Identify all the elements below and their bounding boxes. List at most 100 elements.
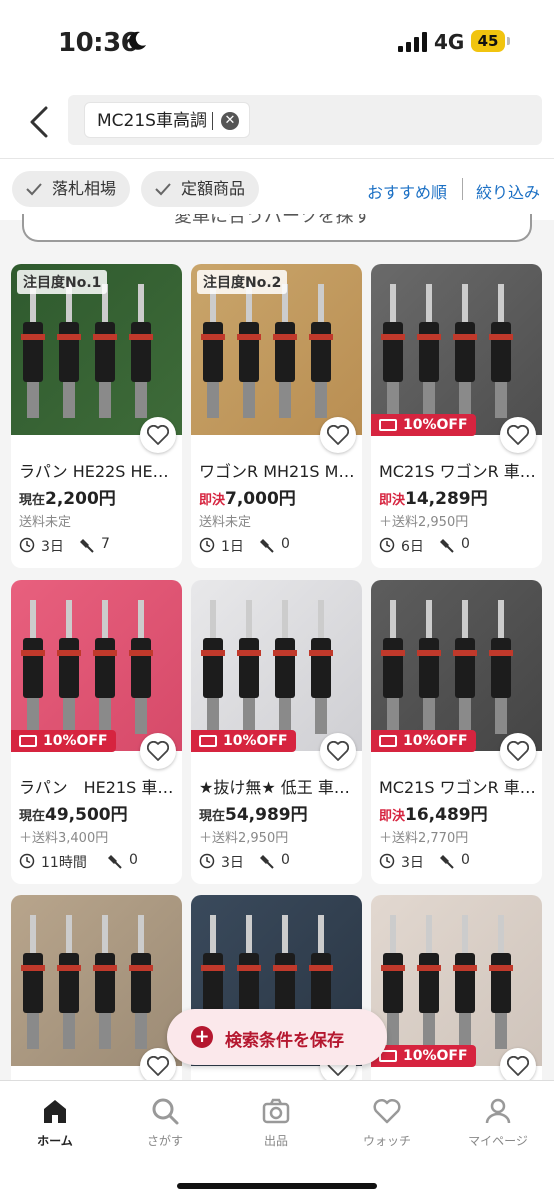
clock-icon (379, 853, 395, 869)
discount-badge: 10%OFF (11, 730, 116, 752)
filter-chip-fixed-price[interactable]: 定額商品 (141, 171, 260, 207)
shipping-text: 送料未定 (19, 515, 72, 530)
heart-icon (327, 741, 349, 761)
filter-chip-auction-price[interactable]: 落札相場 (12, 171, 131, 207)
shipping-text: ＋送料2,770円 (379, 831, 469, 846)
heart-icon (373, 1098, 401, 1124)
watch-heart-button[interactable] (140, 733, 176, 769)
time-left: 11時間 (41, 855, 87, 871)
bid-count: 0 (461, 852, 470, 868)
watch-heart-button[interactable] (320, 733, 356, 769)
heart-icon (507, 741, 529, 761)
parts-finder-banner[interactable]: 愛車に合うパーツを探す (22, 214, 532, 242)
clock-icon (199, 537, 215, 553)
product-title: ワゴンR MH21S MC21S (199, 462, 357, 481)
tab-search[interactable]: さがす (110, 1096, 220, 1149)
watch-heart-button[interactable] (500, 1048, 536, 1084)
tab-sell[interactable]: 出品 (221, 1096, 331, 1149)
divider (462, 178, 463, 200)
discount-badge: 10%OFF (371, 1045, 476, 1067)
product-card[interactable]: 10%OFF ラパン HE21S 車高調 現在49,500円 ＋送料3,400円 11時… (11, 580, 182, 884)
battery-icon: 45 (471, 30, 505, 52)
product-card[interactable]: 10%OFF MC21S ワゴンR 車高調 即決16,489円 ＋送料2,770円 3日… (371, 580, 542, 884)
watch-heart-button[interactable] (500, 733, 536, 769)
product-title: MC21S ワゴンR 車高調 (379, 462, 537, 481)
product-image[interactable] (371, 580, 542, 751)
product-image[interactable] (371, 264, 542, 435)
narrow-link[interactable]: 絞り込み (476, 179, 540, 203)
product-title: ラパン HE21S 車高調 (19, 778, 177, 797)
person-icon (485, 1098, 511, 1124)
price-value: 2,200円 (45, 489, 116, 509)
product-price: 現在54,989円 (199, 800, 308, 825)
clock-icon (379, 537, 395, 553)
price-value: 49,500円 (45, 805, 128, 825)
check-icon (26, 183, 42, 196)
tab-mypage[interactable]: マイページ (443, 1096, 553, 1149)
watch-heart-button[interactable] (320, 417, 356, 453)
time-left: 3日 (221, 855, 244, 871)
tab-home[interactable]: ホーム (0, 1096, 110, 1149)
plus-icon: + (191, 1026, 213, 1048)
heart-icon (147, 741, 169, 761)
watch-heart-button[interactable] (140, 1048, 176, 1084)
status-bar: 10:36 4G 45 (0, 0, 554, 84)
attention-badge: 注目度No.1 (17, 270, 108, 294)
watch-heart-button[interactable] (140, 417, 176, 453)
product-title: ★抜け無★ 低王 車高調 (199, 778, 357, 797)
clear-icon[interactable]: ✕ (220, 112, 239, 130)
product-image[interactable] (371, 895, 542, 1066)
product-price: 現在2,200円 (19, 484, 116, 509)
product-card[interactable]: 注目度No.2 ワゴンR MH21S MC21S 即決7,000円送料未定 1日 0 (191, 264, 362, 568)
discount-badge: 10%OFF (371, 730, 476, 752)
save-search-label: 検索条件を保存 (225, 1031, 344, 1051)
heart-icon (147, 425, 169, 445)
discount-badge: 10%OFF (371, 414, 476, 436)
product-card[interactable]: 10%OFF ★抜け無★ 低王 車高調 現在54,989円 ＋送料2,950円 3日 0 (191, 580, 362, 884)
signal-icon (398, 32, 427, 52)
price-value: 7,000円 (225, 489, 296, 509)
camera-icon (262, 1098, 290, 1124)
discount-badge: 10%OFF (191, 730, 296, 752)
product-image[interactable] (191, 580, 362, 751)
gavel-icon (80, 539, 94, 553)
time-left: 1日 (221, 539, 244, 555)
gavel-icon (260, 855, 274, 869)
battery-cap (507, 37, 510, 45)
price-value: 54,989円 (225, 805, 308, 825)
network-type: 4G (434, 30, 465, 54)
gavel-icon (108, 855, 122, 869)
bid-count: 0 (281, 536, 290, 552)
moon-icon (129, 31, 146, 50)
heart-icon (147, 1056, 169, 1076)
coupon-icon (19, 735, 37, 747)
watch-heart-button[interactable] (500, 417, 536, 453)
back-arrow-icon[interactable] (24, 104, 54, 140)
bid-count: 0 (281, 852, 290, 868)
price-value: 14,289円 (405, 489, 488, 509)
product-price: 即決16,489円 (379, 800, 488, 825)
discount-text: 10%OFF (43, 733, 108, 749)
gavel-icon (440, 855, 454, 869)
product-price: 即決14,289円 (379, 484, 488, 509)
product-title: ラパン HE22S HE21S (19, 462, 177, 481)
product-card[interactable]: 注目度No.1 ラパン HE22S HE21S 現在2,200円 送料未定 3日 7 (11, 264, 182, 568)
home-indicator (177, 1183, 377, 1189)
discount-text: 10%OFF (403, 1048, 468, 1064)
search-query-chip[interactable]: MC21S車高調 ✕ (84, 102, 250, 138)
attention-badge: 注目度No.2 (197, 270, 288, 294)
gavel-icon (440, 539, 454, 553)
save-search-button[interactable]: + 検索条件を保存 (167, 1009, 387, 1065)
discount-text: 10%OFF (403, 733, 468, 749)
clock-icon (19, 537, 35, 553)
discount-text: 10%OFF (403, 417, 468, 433)
bid-count: 0 (129, 852, 138, 868)
product-card[interactable]: 10%OFF MC21S ワゴンR 車高調 即決14,289円 ＋送料2,950円 6日… (371, 264, 542, 568)
tab-watch[interactable]: ウォッチ (332, 1096, 442, 1149)
product-image[interactable] (11, 580, 182, 751)
discount-text: 10%OFF (223, 733, 288, 749)
time-left: 3日 (401, 855, 424, 871)
bid-count: 0 (461, 536, 470, 552)
sort-link[interactable]: おすすめ順 (367, 179, 447, 203)
product-image[interactable] (11, 895, 182, 1066)
